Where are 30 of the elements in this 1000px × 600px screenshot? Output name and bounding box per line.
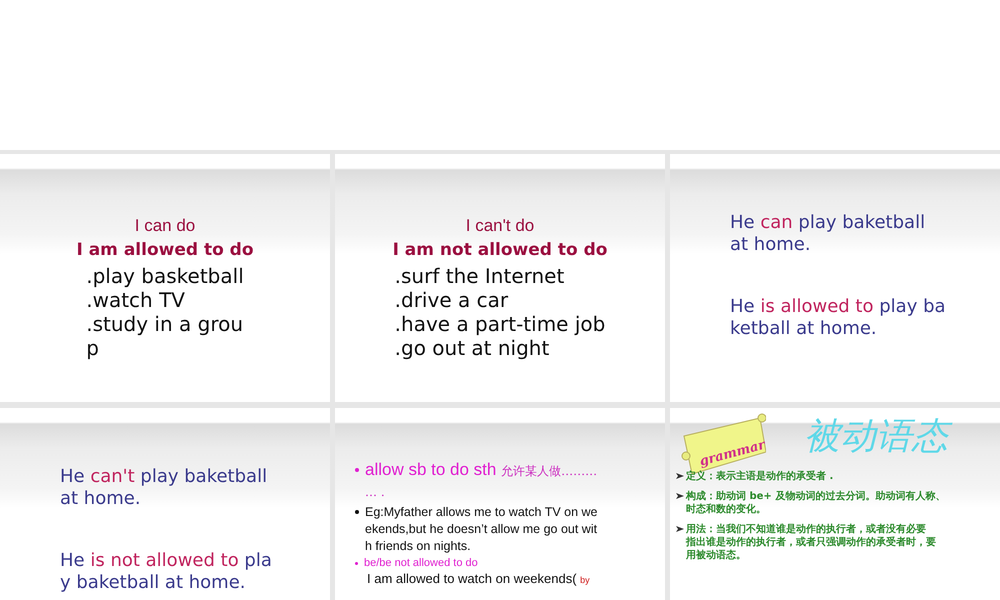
- list-item: .drive a car: [394, 288, 510, 312]
- bullet-icon: [355, 510, 359, 514]
- slide-subheading: I am not allowed to do: [392, 240, 608, 260]
- bullet-text: I am allowed to watch on weekends( by: [367, 571, 590, 586]
- sentence: He is allowed to play ba ketball at home.: [730, 296, 947, 340]
- arrow-bullet-icon: [676, 525, 684, 533]
- list-item: .surf the Internet: [394, 264, 566, 288]
- sentence: He can play baketball at home.: [730, 212, 926, 256]
- list-item: p: [86, 336, 100, 360]
- list-item: .study in a grou: [86, 312, 244, 336]
- arrow-bullet-icon: [676, 472, 684, 480]
- slide-subheading: I am allowed to do: [76, 240, 254, 260]
- arrow-bullet-icon: [676, 492, 684, 500]
- list-item: .go out at night: [394, 336, 550, 360]
- sentence: He is not allowed to pla y baketball at home.: [60, 550, 273, 594]
- list-item: .have a part-time job: [394, 312, 606, 336]
- bullet-icon: [355, 562, 358, 565]
- bullet-text: Eg:Myfather allows me to watch TV on we ekends,but he doesn’t allow me go out wit h friends on nights.: [365, 504, 598, 555]
- slide-heading: I can't do: [466, 216, 534, 236]
- slide-title: 被动语态: [796, 412, 956, 462]
- bullet-icon: [355, 468, 359, 472]
- note-text: 构成：助动词 be+ 及物动词的过去分词。助动词有人称、 时态和数的变化。: [686, 490, 946, 516]
- note-text: 定义：表示主语是动作的承受者 .: [686, 470, 834, 483]
- list-item: .play basketball: [86, 264, 244, 288]
- sentence: He can't play baketball at home.: [60, 466, 268, 510]
- note-text: 用法：当我们不知道谁是动作的执行者，或者没有必要 指出谁是动作的执行者，或者只强调动作的承受者时，要 用被动语态。: [686, 523, 936, 562]
- bullet-text: be/be not allowed to do: [364, 557, 478, 569]
- slide-heading: I can do: [134, 216, 196, 236]
- list-item: .watch TV: [86, 288, 186, 312]
- bullet-text: allow sb to do sth 允许某人做……… … .: [365, 460, 598, 501]
